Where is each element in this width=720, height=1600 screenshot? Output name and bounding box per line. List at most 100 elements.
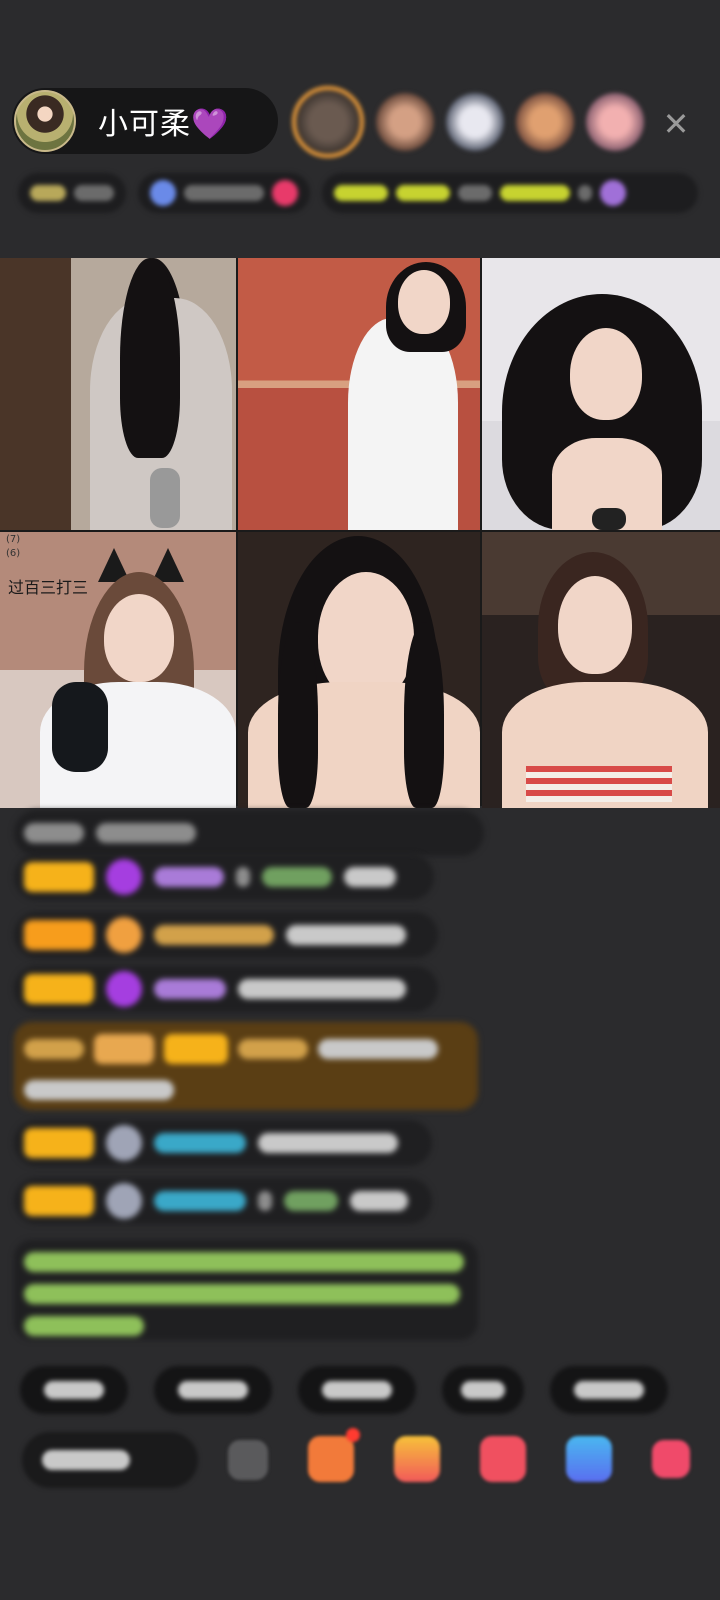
ghost-icon — [106, 1183, 142, 1219]
video-cell-6[interactable] — [482, 532, 720, 808]
gem-icon — [106, 859, 142, 895]
microphone-icon — [150, 468, 180, 528]
cell-overlay-text: (7) — [6, 534, 21, 545]
chat-text — [318, 1039, 438, 1059]
chat-username — [154, 925, 274, 945]
quick-reply-chip[interactable] — [442, 1366, 524, 1414]
bottom-toolbar — [228, 1428, 690, 1482]
close-icon[interactable]: ✕ — [656, 104, 696, 144]
chat-username — [154, 867, 224, 887]
chat-message-highlight[interactable] — [14, 1022, 478, 1110]
popularity-text — [184, 185, 264, 201]
viewer-avatar[interactable] — [446, 93, 504, 151]
chat-message[interactable] — [14, 966, 438, 1012]
marquee-text — [396, 185, 450, 201]
chat-username — [154, 1133, 246, 1153]
chat-text — [238, 979, 406, 999]
streamer-hair — [278, 622, 318, 808]
streamer-hair — [120, 258, 180, 458]
share-icon[interactable] — [566, 1436, 612, 1482]
popularity-icon — [150, 180, 176, 206]
gift-icon[interactable] — [394, 1436, 440, 1482]
fan-icon — [272, 180, 298, 206]
hand-icon — [106, 917, 142, 953]
quick-reply-chip[interactable] — [298, 1366, 416, 1414]
viewer-avatar[interactable] — [586, 93, 644, 151]
quick-reply-text — [178, 1381, 248, 1399]
video-cell-5[interactable] — [238, 532, 480, 808]
quick-reply-chip[interactable] — [550, 1366, 668, 1414]
level-badge — [24, 1186, 94, 1216]
chat-text — [262, 867, 332, 887]
chat-username — [154, 979, 226, 999]
streamer-face — [558, 576, 632, 674]
host-profile-pill[interactable]: 小可柔💜 — [12, 88, 278, 154]
video-cell-1[interactable] — [0, 258, 236, 530]
popularity-chip[interactable] — [138, 173, 310, 213]
chat-text — [24, 1039, 84, 1059]
top-viewer-avatar[interactable] — [292, 86, 364, 158]
chat-text — [350, 1191, 408, 1211]
viewer-avatar[interactable] — [376, 93, 434, 151]
more-icon[interactable] — [228, 1440, 268, 1480]
chat-message[interactable] — [14, 810, 484, 856]
chat-text — [258, 1133, 398, 1153]
rank-chip[interactable] — [18, 173, 126, 213]
room-info-bar — [18, 170, 698, 216]
chat-text — [24, 1080, 174, 1100]
chat-text — [344, 867, 396, 887]
menu-grid-icon[interactable] — [652, 1440, 690, 1478]
chat-message-line — [24, 1080, 438, 1100]
video-cell-4[interactable]: (7) (6) 过百三打三 — [0, 532, 236, 808]
host-avatar[interactable] — [14, 90, 76, 152]
chat-message-body — [24, 1034, 438, 1100]
marquee-text — [334, 185, 388, 201]
chat-input-placeholder — [42, 1450, 130, 1470]
viewer-avatar[interactable] — [516, 93, 574, 151]
notice-text — [24, 1284, 460, 1304]
chat-message[interactable] — [14, 1120, 432, 1166]
level-badge — [24, 920, 94, 950]
microphone-icon — [52, 682, 108, 772]
notice-text — [24, 1316, 144, 1336]
quick-reply-text — [574, 1381, 644, 1399]
streamer-face — [570, 328, 642, 420]
marquee-icon — [600, 180, 626, 206]
notification-dot — [346, 1428, 360, 1442]
chat-text — [236, 867, 250, 887]
cell-overlay-text: (6) — [6, 548, 21, 559]
gift-box-icon[interactable] — [308, 1428, 360, 1482]
top-viewers — [292, 86, 656, 158]
fan-badge — [94, 1034, 154, 1064]
chat-username — [238, 1039, 308, 1059]
quick-reply-chip[interactable] — [20, 1366, 128, 1414]
host-name: 小可柔💜 — [98, 99, 229, 143]
chat-message[interactable] — [14, 854, 434, 900]
chat-message[interactable] — [14, 1178, 432, 1224]
chat-message-line — [24, 1034, 438, 1064]
chat-message[interactable] — [14, 912, 438, 958]
host-name-text: 小可柔 — [98, 107, 191, 142]
video-cell-2[interactable] — [238, 258, 480, 530]
chat-text — [258, 1191, 272, 1211]
quick-reply-chip[interactable] — [154, 1366, 272, 1414]
streamer-face — [398, 270, 450, 334]
microphone-icon — [592, 508, 626, 530]
chat-text — [96, 823, 196, 843]
gem-icon — [106, 971, 142, 1007]
heart-icon: 💜 — [191, 107, 230, 142]
marquee-text — [458, 185, 492, 201]
quick-reply-text — [322, 1381, 392, 1399]
striped-top — [526, 766, 672, 802]
marquee-chip[interactable] — [322, 173, 698, 213]
system-notice — [14, 1240, 478, 1340]
video-cell-3[interactable] — [482, 258, 720, 530]
game-icon[interactable] — [480, 1436, 526, 1482]
marquee-text — [500, 185, 570, 201]
chat-input[interactable] — [22, 1432, 198, 1488]
level-badge — [24, 1128, 94, 1158]
system-notice-body — [24, 1252, 464, 1336]
notice-text — [24, 1252, 464, 1272]
quick-reply-text — [461, 1381, 505, 1399]
quick-reply-bar — [20, 1366, 668, 1414]
